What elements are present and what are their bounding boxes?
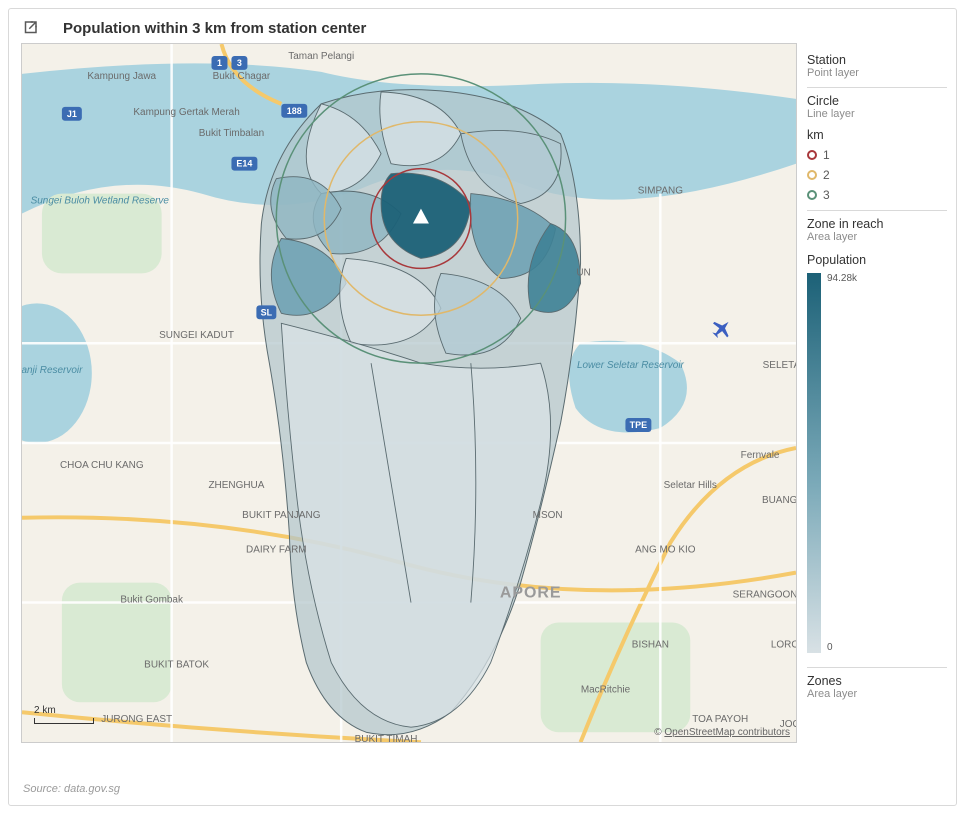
hwy-shield-tpe: TPE	[625, 418, 651, 432]
map-label: MacRitchie	[581, 684, 631, 695]
svg-text:3: 3	[237, 58, 242, 68]
map-label: TOA PAYOH	[692, 714, 748, 725]
panel-header: Population within 3 km from station cent…	[9, 9, 956, 43]
map-label: BUKIT TIMAH	[355, 734, 418, 742]
map-label: Seletar Hills	[664, 480, 717, 491]
legend-zones: Zones Area layer	[807, 667, 947, 708]
map-label: SIMPANG	[638, 186, 683, 197]
map-center-label: APORE	[500, 585, 562, 602]
map-container[interactable]: J1 1 3 188 E14 SL TPE Taman Pelangi Kamp…	[21, 43, 797, 743]
map-label: Kampung Gertak Merah	[133, 107, 239, 118]
map-label: DAIRY FARM	[246, 545, 307, 556]
hwy-shield-1: 1	[212, 56, 228, 70]
legend-km-1[interactable]: 1	[807, 148, 947, 162]
gradient-bar	[807, 273, 821, 653]
export-icon[interactable]	[21, 19, 39, 37]
hwy-shield-3: 3	[231, 56, 247, 70]
panel-title: Population within 3 km from station cent…	[63, 20, 366, 37]
osm-link[interactable]: OpenStreetMap contributors	[664, 727, 790, 738]
map-label: JURONG EAST	[101, 714, 172, 725]
svg-text:1: 1	[217, 58, 222, 68]
hwy-shield-e14: E14	[231, 157, 257, 171]
map-label: Bukit Gombak	[120, 595, 183, 606]
map-label: SELETAR	[763, 360, 796, 371]
panel-content: J1 1 3 188 E14 SL TPE Taman Pelangi Kamp…	[9, 43, 956, 743]
source-footer: Source: data.gov.sg	[23, 783, 120, 795]
legend-zone-reach: Zone in reach Area layer Population 94.2…	[807, 211, 947, 661]
map-label: MSON	[533, 510, 563, 521]
legend-km-2[interactable]: 2	[807, 168, 947, 182]
map-label: BUKIT PANJANG	[242, 510, 321, 521]
map-label: Kampung Jawa	[87, 71, 156, 82]
svg-text:SL: SL	[261, 307, 273, 317]
legend-station: Station Point layer	[807, 47, 947, 88]
swatch-1-icon	[807, 150, 817, 160]
map-label: BISHAN	[632, 639, 669, 650]
legend-panel: Station Point layer Circle Line layer km…	[797, 43, 955, 743]
map-label: Bukit Chagar	[213, 71, 271, 82]
map-label: UN	[576, 267, 590, 278]
map-label: ANG MO KIO	[635, 545, 696, 556]
legend-circle: Circle Line layer km 1 2 3	[807, 88, 947, 211]
map-label: SUNGEI KADUT	[159, 330, 234, 341]
svg-text:188: 188	[287, 106, 302, 116]
hwy-shield-188: 188	[281, 104, 307, 118]
map-label: LORO	[771, 639, 796, 650]
map-label: SERANGOON	[733, 590, 796, 601]
hwy-shield-j1: J1	[62, 107, 82, 121]
viz-panel: Population within 3 km from station cent…	[8, 8, 957, 806]
map-label: Fernvale	[741, 450, 780, 461]
scale-label: 2 km	[34, 705, 56, 716]
map-label: BUANGK	[762, 495, 796, 506]
scale-bar: 2 km	[34, 705, 94, 724]
svg-text:E14: E14	[236, 159, 252, 169]
svg-text:J1: J1	[67, 109, 77, 119]
map-label: Taman Pelangi	[288, 51, 354, 62]
population-gradient: 94.28k 0	[807, 273, 947, 653]
hwy-shield-sl: SL	[256, 305, 276, 319]
swatch-3-icon	[807, 190, 817, 200]
map-label: Lower Seletar Reservoir	[577, 360, 685, 371]
map-label: BUKIT BATOK	[144, 659, 209, 670]
map-label: ZHENGHUA	[208, 480, 264, 491]
map-attribution: © OpenStreetMap contributors	[654, 727, 790, 738]
map-label: CHOA CHU KANG	[60, 460, 144, 471]
map-label: Bukit Timbalan	[199, 128, 264, 139]
map-svg: J1 1 3 188 E14 SL TPE Taman Pelangi Kamp…	[22, 44, 796, 742]
map-label: Sungei Buloh Wetland Reserve	[31, 196, 170, 207]
map-label: Kranji Reservoir	[22, 365, 83, 376]
swatch-2-icon	[807, 170, 817, 180]
svg-text:TPE: TPE	[630, 420, 647, 430]
legend-km-3[interactable]: 3	[807, 188, 947, 202]
